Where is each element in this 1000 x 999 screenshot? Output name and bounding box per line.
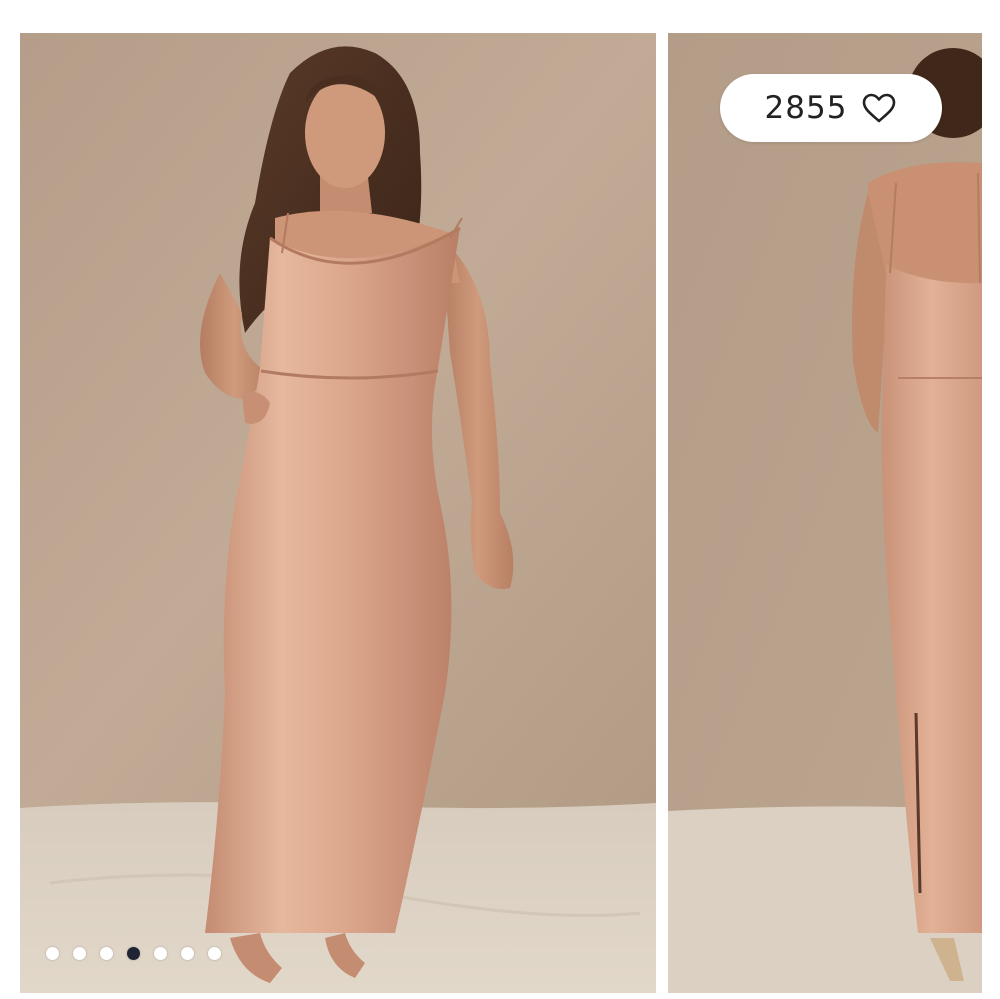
product-gallery: 2855 [0,0,1000,999]
product-image-back[interactable] [668,33,982,993]
carousel-dot[interactable] [181,947,194,960]
like-count: 2855 [764,90,848,126]
carousel-pagination [46,947,221,960]
like-button[interactable]: 2855 [720,74,942,142]
carousel-dot[interactable] [208,947,221,960]
carousel-dot[interactable] [100,947,113,960]
carousel-dot[interactable] [46,947,59,960]
dress-front-illustration [20,33,656,993]
carousel-dot-active[interactable] [127,947,140,960]
dress-back-illustration [668,33,982,993]
product-image-front[interactable] [20,33,656,993]
carousel-dot[interactable] [73,947,86,960]
heart-outline-icon [863,93,896,123]
carousel-dot[interactable] [154,947,167,960]
